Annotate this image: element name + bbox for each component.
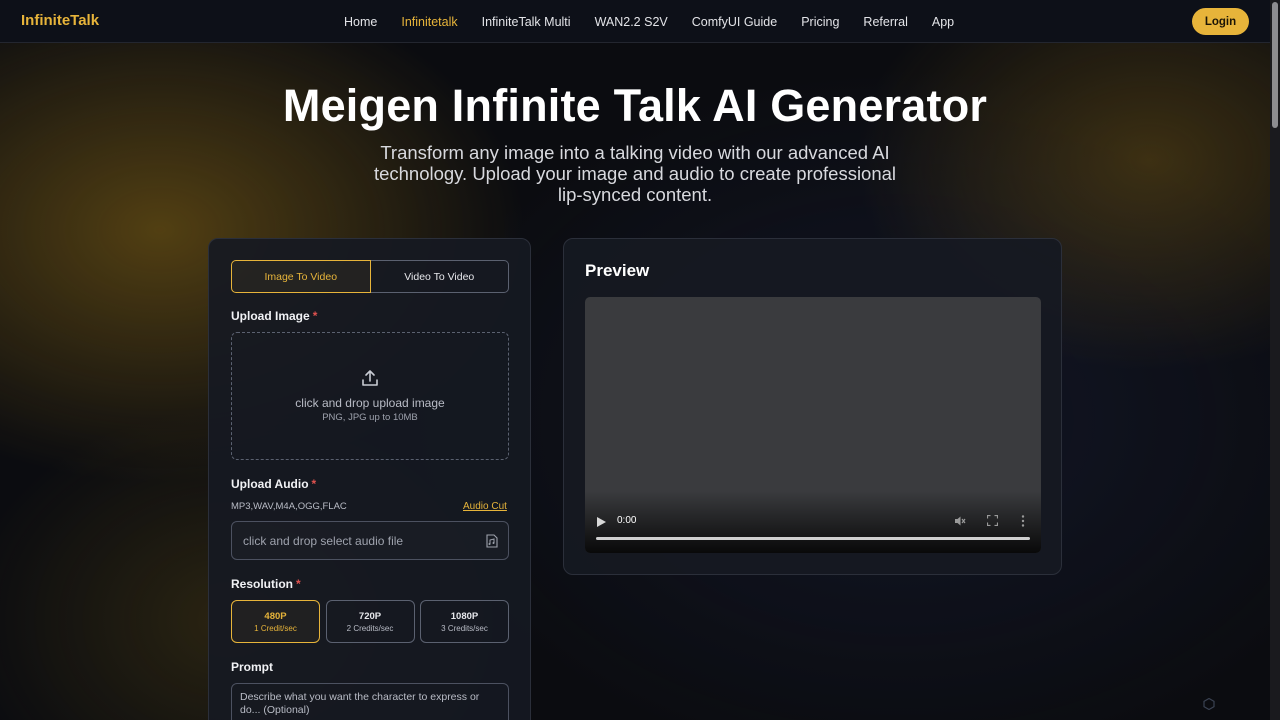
tab-image-to-video[interactable]: Image To Video — [231, 260, 371, 293]
prompt-label: Prompt — [231, 660, 273, 674]
dropzone-hint: PNG, JPG up to 10MB — [322, 412, 418, 423]
audio-cut-link[interactable]: Audio Cut — [463, 501, 507, 512]
resolution-label: Resolution * — [231, 577, 301, 591]
page-title: Meigen Infinite Talk AI Generator — [282, 80, 988, 131]
generator-panel: Image To Video Video To Video Upload Ima… — [208, 238, 531, 720]
fullscreen-icon[interactable] — [987, 515, 998, 526]
watermark-logo-icon — [1203, 698, 1215, 710]
resolution-credits: 2 Credits/sec — [346, 623, 394, 633]
upload-audio-label: Upload Audio * — [231, 477, 316, 491]
mode-tabs: Image To Video Video To Video — [231, 260, 509, 293]
login-button[interactable]: Login — [1192, 8, 1249, 35]
video-player[interactable]: 0:00 — [585, 297, 1041, 553]
nav-link-comfyui-guide[interactable]: ComfyUI Guide — [692, 15, 777, 29]
scrollbar-thumb[interactable] — [1272, 2, 1278, 128]
resolution-options: 480P 1 Credit/sec 720P 2 Credits/sec 108… — [231, 600, 509, 643]
audio-file-icon — [486, 534, 498, 548]
page-scrollbar[interactable] — [1270, 0, 1280, 720]
tab-video-to-video[interactable]: Video To Video — [370, 260, 509, 293]
upload-image-label: Upload Image * — [231, 309, 317, 323]
required-mark: * — [312, 309, 318, 323]
resolution-name: 720P — [358, 610, 382, 622]
resolution-credits: 1 Credit/sec — [254, 623, 297, 633]
resolution-label-text: Resolution — [231, 577, 293, 591]
resolution-credits: 3 Credits/sec — [441, 623, 488, 633]
video-time: 0:00 — [617, 515, 637, 526]
upload-audio-label-text: Upload Audio — [231, 477, 309, 491]
required-mark: * — [296, 577, 301, 591]
play-icon[interactable] — [597, 517, 606, 527]
audio-input-placeholder: click and drop select audio file — [243, 534, 404, 548]
nav-link-referral[interactable]: Referral — [863, 15, 907, 29]
preview-title: Preview — [585, 261, 650, 280]
nav-links: Home Infinitetalk InfiniteTalk Multi WAN… — [332, 0, 966, 43]
nav-link-home[interactable]: Home — [344, 15, 377, 29]
nav-link-infinitetalk-multi[interactable]: InfiniteTalk Multi — [482, 15, 571, 29]
nav-link-app[interactable]: App — [932, 15, 954, 29]
resolution-option-1080p[interactable]: 1080P 3 Credits/sec — [420, 600, 509, 643]
dropzone-text: click and drop upload image — [295, 396, 445, 410]
resolution-option-480p[interactable]: 480P 1 Credit/sec — [231, 600, 320, 643]
upload-image-label-text: Upload Image — [231, 309, 310, 323]
top-navbar: InfiniteTalk Home Infinitetalk InfiniteT… — [0, 0, 1270, 43]
prompt-textarea[interactable]: Describe what you want the character to … — [231, 683, 509, 720]
page-subtitle: Transform any image into a talking video… — [373, 142, 897, 205]
video-controls — [585, 491, 1041, 553]
nav-link-infinitetalk[interactable]: Infinitetalk — [401, 15, 457, 29]
muted-speaker-icon[interactable] — [954, 515, 966, 527]
resolution-name: 480P — [264, 610, 287, 622]
resolution-name: 1080P — [450, 610, 479, 622]
audio-file-input[interactable]: click and drop select audio file — [231, 521, 509, 560]
audio-formats: MP3,WAV,M4A,OGG,FLAC — [231, 501, 347, 512]
preview-panel: Preview 0:00 — [563, 238, 1062, 575]
site-logo[interactable]: InfiniteTalk — [21, 12, 99, 29]
nav-link-wan22-s2v[interactable]: WAN2.2 S2V — [595, 15, 668, 29]
resolution-option-720p[interactable]: 720P 2 Credits/sec — [325, 600, 415, 643]
image-dropzone[interactable]: click and drop upload image PNG, JPG up … — [231, 332, 509, 460]
required-mark: * — [311, 477, 317, 491]
video-progress-bar[interactable] — [596, 537, 1030, 540]
more-options-icon[interactable] — [1021, 515, 1025, 527]
nav-link-pricing[interactable]: Pricing — [801, 15, 839, 29]
upload-icon — [362, 370, 378, 386]
